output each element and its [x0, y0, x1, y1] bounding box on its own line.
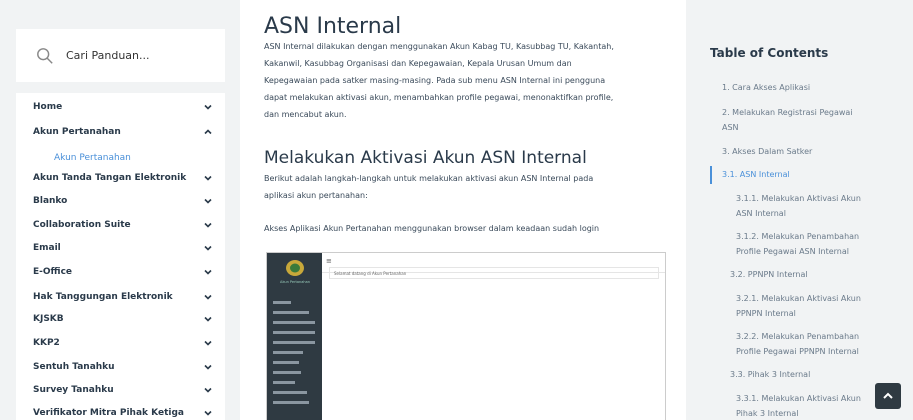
- back-to-top-button[interactable]: [875, 383, 901, 409]
- screenshot-menu-line: [273, 301, 291, 304]
- nav-item-label: Blanko: [33, 196, 68, 206]
- intro-line: dan mencabut akun.: [264, 110, 347, 119]
- nav-item-home[interactable]: Home: [33, 97, 213, 117]
- nav-item-label: E-Office: [33, 267, 73, 277]
- nav-item-tte[interactable]: Akun Tanda Tangan Elektronik: [33, 168, 213, 188]
- toc-link-1[interactable]: 1. Cara Akses Aplikasi: [722, 81, 810, 95]
- nav-item-kjskb[interactable]: KJSKB: [33, 309, 213, 329]
- toc-link-3-1-2[interactable]: 3.1.2. Melakukan Penambahan: [736, 230, 859, 244]
- intro-line: Kakanwil, Kasubbag Organisasi dan Kepega…: [264, 59, 572, 68]
- chevron-down-icon: [204, 175, 212, 181]
- toc-link-3-1-1-cont[interactable]: ASN Internal: [736, 207, 786, 221]
- app-screenshot-image: Akun Pertanahan ≡ Selamat datang di Akun…: [266, 252, 666, 420]
- screenshot-menu-line: [273, 401, 309, 404]
- toc-link-3-2-1[interactable]: 3.2.1. Melakukan Aktivasi Akun: [736, 292, 861, 306]
- nav-item-akun-pertanahan[interactable]: Akun Pertanahan: [33, 122, 213, 142]
- section-heading: Melakukan Aktivasi Akun ASN Internal: [264, 148, 587, 168]
- intro-line: Kepegawaian pada satker masing-masing. P…: [264, 76, 606, 85]
- toc-link-2-cont[interactable]: ASN: [722, 121, 739, 135]
- toc-link-3-3-1-cont[interactable]: Pihak 3 Internal: [736, 407, 798, 420]
- nav-item-e-office[interactable]: E-Office: [33, 262, 213, 282]
- nav-item-ht-elektronik[interactable]: Hak Tanggungan Elektronik: [33, 287, 213, 307]
- nav-item-label: Akun Tanda Tangan Elektronik: [33, 173, 187, 183]
- main-content: ASN Internal ASN Internal dilakukan deng…: [240, 0, 686, 420]
- left-sidebar: Home Akun Pertanahan Akun Pertanahan Aku…: [0, 0, 240, 420]
- chevron-down-icon: [204, 222, 212, 228]
- toc-link-3-2-2-cont[interactable]: Profile Pegawai PPNPN Internal: [736, 345, 859, 359]
- intro-line: dapat melakukan aktivasi akun, menambahk…: [264, 93, 614, 102]
- screenshot-menu-line: [273, 381, 295, 384]
- toc-link-3-3[interactable]: 3.3. Pihak 3 Internal: [730, 368, 810, 382]
- screenshot-sidebar: [267, 253, 322, 420]
- screenshot-menu-line: [273, 331, 315, 334]
- toc-link-3-3-1[interactable]: 3.3.1. Melakukan Aktivasi Akun: [736, 392, 861, 406]
- nav-item-label: Home: [33, 102, 63, 112]
- search-box[interactable]: [16, 29, 225, 82]
- nav-item-label: Hak Tanggungan Elektronik: [33, 292, 173, 302]
- screenshot-menu-line: [273, 351, 303, 354]
- toc-link-3[interactable]: 3. Akses Dalam Satker: [722, 145, 812, 159]
- toc-link-3-2[interactable]: 3.2. PPNPN Internal: [730, 268, 808, 282]
- nav-item-label: KJSKB: [33, 314, 64, 324]
- intro-line: ASN Internal dilakukan dengan menggunaka…: [264, 42, 614, 51]
- chevron-down-icon: [204, 364, 212, 370]
- toc-link-3-1-1[interactable]: 3.1.1. Melakukan Aktivasi Akun: [736, 192, 861, 206]
- nav-item-label: Verifikator Mitra Pihak Ketiga: [33, 408, 184, 418]
- nav-item-kkp2[interactable]: KKP2: [33, 333, 213, 353]
- chevron-down-icon: [204, 269, 212, 275]
- toc-active-indicator: [710, 166, 712, 184]
- screenshot-menu-line: [273, 391, 307, 394]
- screenshot-menu-line: [273, 321, 315, 324]
- note-text: Akses Aplikasi Akun Pertanahan menggunak…: [264, 224, 600, 233]
- screenshot-menu-line: [273, 341, 315, 344]
- section-line: Berikut adalah langkah-langkah untuk mel…: [264, 174, 594, 183]
- section-line: aplikasi akun pertanahan:: [264, 191, 368, 200]
- nav-subitem-akun-pertanahan[interactable]: Akun Pertanahan: [54, 153, 131, 163]
- chevron-up-icon: [883, 392, 893, 399]
- toc-link-3-1-2-cont[interactable]: Profile Pegawai ASN Internal: [736, 245, 849, 259]
- screenshot-logo-text: Akun Pertanahan: [280, 280, 310, 284]
- nav-menu: Home Akun Pertanahan Akun Pertanahan Aku…: [16, 93, 225, 420]
- screenshot-menu-line: [273, 311, 309, 314]
- chevron-down-icon: [204, 104, 212, 110]
- chevron-down-icon: [204, 340, 212, 346]
- nav-item-label: Survey Tanahku: [33, 385, 114, 395]
- hamburger-icon: ≡: [326, 257, 332, 265]
- screenshot-menu-line: [273, 361, 299, 364]
- toc-title: Table of Contents: [710, 46, 829, 60]
- nav-item-collaboration-suite[interactable]: Collaboration Suite: [33, 215, 213, 235]
- nav-item-survey-tanahku[interactable]: Survey Tanahku: [33, 380, 213, 400]
- chevron-down-icon: [204, 198, 212, 204]
- nav-item-verifikator[interactable]: Verifikator Mitra Pihak Ketiga: [33, 403, 213, 420]
- nav-item-label: Collaboration Suite: [33, 220, 131, 230]
- search-input[interactable]: [66, 49, 216, 62]
- logo-icon: [286, 260, 304, 276]
- chevron-down-icon: [204, 410, 212, 416]
- chevron-down-icon: [204, 387, 212, 393]
- screenshot-menu-line: [273, 371, 301, 374]
- nav-item-sentuh-tanahku[interactable]: Sentuh Tanahku: [33, 357, 213, 377]
- nav-item-blanko[interactable]: Blanko: [33, 191, 213, 211]
- toc-link-2[interactable]: 2. Melakukan Registrasi Pegawai: [722, 106, 853, 120]
- toc-link-3-2-2[interactable]: 3.2.2. Melakukan Penambahan: [736, 330, 859, 344]
- screenshot-welcome-box: Selamat datang di Akun Pertanahan: [329, 267, 659, 279]
- toc-link-3-2-1-cont[interactable]: PPNPN Internal: [736, 307, 796, 321]
- nav-item-email[interactable]: Email: [33, 238, 213, 258]
- chevron-down-icon: [204, 245, 212, 251]
- nav-item-label: Sentuh Tanahku: [33, 362, 115, 372]
- chevron-up-icon: [204, 129, 212, 135]
- nav-item-label: KKP2: [33, 338, 60, 348]
- chevron-down-icon: [204, 316, 212, 322]
- search-icon: [37, 47, 53, 64]
- page-title: ASN Internal: [264, 14, 402, 39]
- nav-item-label: Akun Pertanahan: [33, 127, 121, 137]
- toc-link-3-1[interactable]: 3.1. ASN Internal: [722, 168, 790, 182]
- chevron-down-icon: [204, 294, 212, 300]
- nav-item-label: Email: [33, 243, 61, 253]
- table-of-contents: Table of Contents 1. Cara Akses Aplikasi…: [686, 0, 913, 420]
